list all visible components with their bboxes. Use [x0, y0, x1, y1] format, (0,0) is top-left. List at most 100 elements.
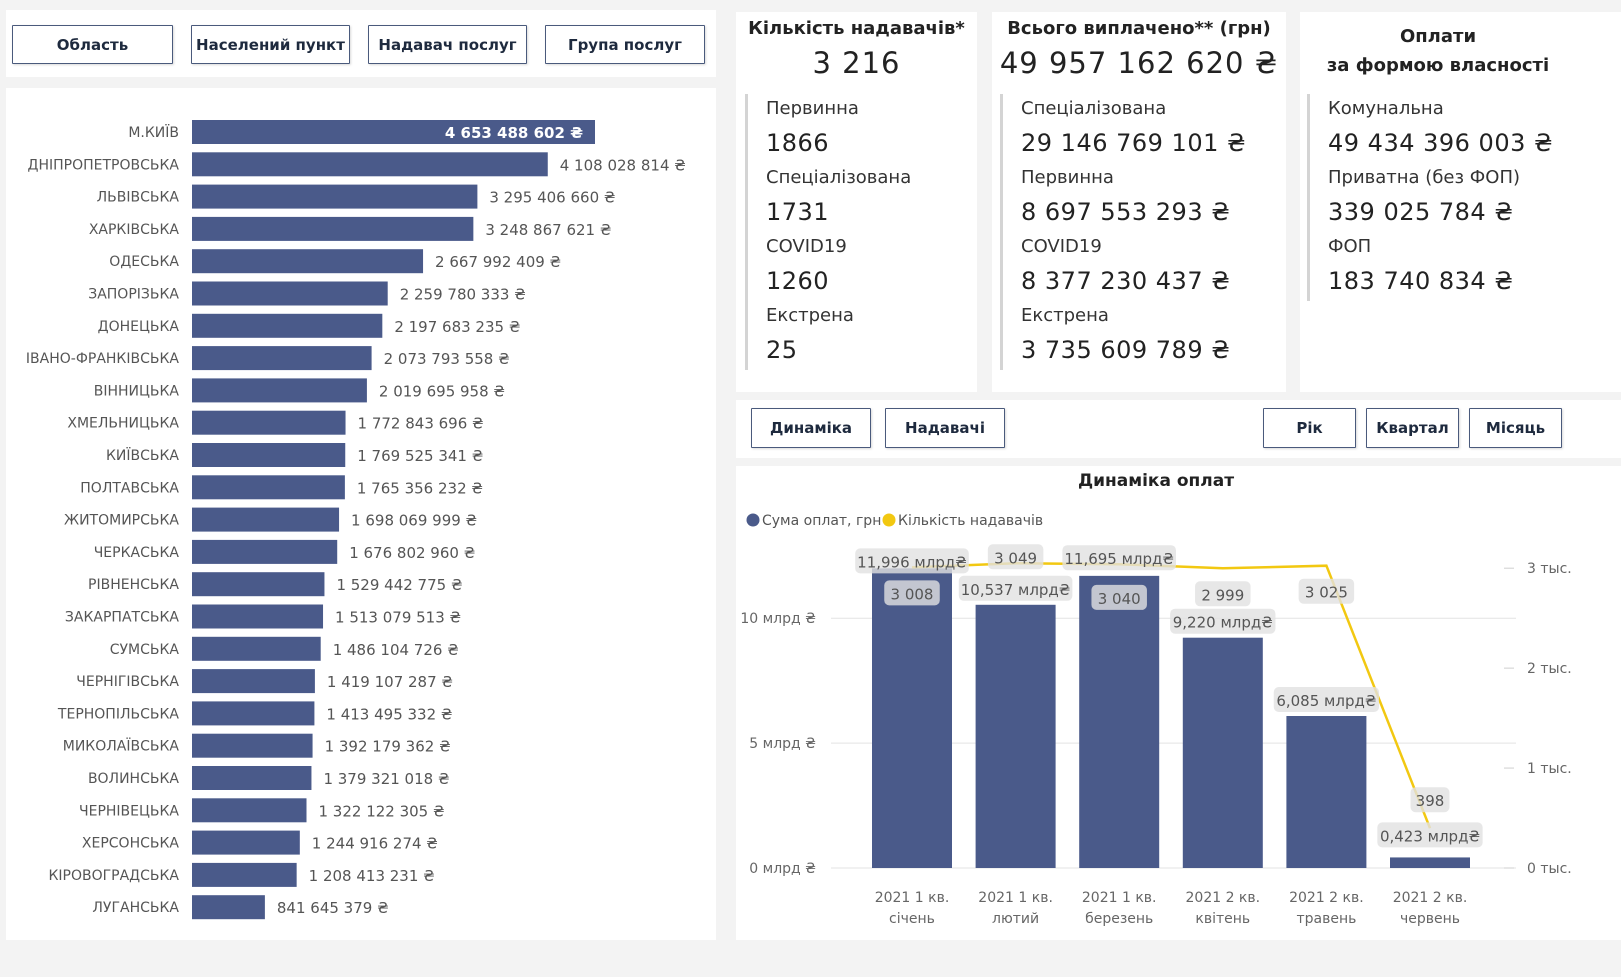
providers-data-label: 2 999 — [1201, 586, 1244, 604]
x-category-label-line1: 2021 2 кв. — [1393, 890, 1468, 906]
period-month-button[interactable]: Місяць — [1469, 408, 1562, 448]
ownership-card-subtitle: за формою власності — [1326, 55, 1550, 76]
ownership-breakdown: Комунальна 49 434 396 003 ₴ Приватна (бе… — [1307, 94, 1610, 301]
chart-title: Динаміка оплат — [1078, 471, 1234, 491]
legend-label-amount: Сума оплат, грн — [762, 513, 881, 529]
tab-providers[interactable]: Надавачі — [885, 408, 1005, 448]
region-label: ПОЛТАВСЬКА — [80, 480, 179, 496]
region-label: ДОНЕЦЬКА — [98, 319, 180, 335]
x-category-label-line2: лютий — [992, 911, 1039, 927]
kpi-value: 8 377 230 437 ₴ — [1021, 267, 1231, 295]
x-category-label-line1: 2021 1 кв. — [875, 890, 950, 906]
paid-card: Всього виплачено** (грн) 49 957 162 620 … — [992, 12, 1286, 392]
region-bar — [192, 862, 297, 887]
region-bar — [192, 701, 315, 726]
region-label: ЗАПОРІЗЬКА — [88, 287, 179, 303]
x-category-label-line2: березень — [1085, 911, 1153, 927]
ownership-item-fop: ФОП 183 740 834 ₴ — [1310, 232, 1610, 301]
period-year-button[interactable]: Рік — [1263, 408, 1356, 448]
amount-data-label: 11,695 млрд₴ — [1064, 550, 1174, 568]
amount-bar — [872, 568, 952, 868]
providers-item-primary: Первинна 1866 — [748, 94, 973, 163]
region-bar — [192, 313, 383, 338]
kpi-label: Екстрена — [766, 305, 854, 326]
paid-card-title: Всього виплачено** (грн) — [1007, 18, 1271, 39]
service-group-filter-button[interactable]: Група послуг — [545, 25, 705, 64]
region-value-label: 2 667 992 409 ₴ — [435, 253, 561, 271]
x-category-label-line1: 2021 1 кв. — [978, 890, 1053, 906]
settlement-filter-button[interactable]: Населений пункт — [191, 25, 350, 64]
paid-item-specialized: Спеціалізована 29 146 769 101 ₴ — [1003, 94, 1283, 163]
region-bar — [192, 216, 474, 241]
region-value-label: 2 259 780 333 ₴ — [400, 286, 526, 304]
kpi-value: 1866 — [766, 129, 830, 157]
kpi-label: COVID19 — [1021, 236, 1102, 257]
kpi-value: 25 — [766, 336, 798, 364]
x-category-label-line2: травень — [1296, 911, 1356, 927]
legend-marker-amount — [746, 513, 760, 527]
providers-data-label: 3 040 — [1098, 590, 1141, 608]
y-left-tick-label: 0 млрд ₴ — [749, 861, 816, 877]
kpi-value: 49 434 396 003 ₴ — [1328, 129, 1554, 157]
region-bar — [192, 604, 324, 629]
region-bar — [192, 184, 478, 209]
region-label: КИЇВСЬКА — [106, 446, 179, 464]
region-label: ВОЛИНСЬКА — [88, 771, 179, 787]
dynamics-combo-chart: Динаміка оплат Сума оплат, грн Кількість н… — [740, 471, 1572, 927]
region-value-label: 2 019 695 958 ₴ — [379, 382, 505, 400]
region-label: ЧЕРКАСЬКА — [94, 545, 180, 561]
paid-total: 49 957 162 620 ₴ — [999, 46, 1279, 80]
paid-item-primary: Первинна 8 697 553 293 ₴ — [1003, 163, 1283, 232]
region-value-label: 2 197 683 235 ₴ — [394, 318, 520, 336]
region-bar — [192, 410, 346, 435]
amount-data-label: 9,220 млрд₴ — [1173, 614, 1273, 632]
dynamics-toolbar: Динаміка Надавачі Рік Квартал Місяць — [736, 400, 1621, 458]
region-value-label: 1 765 356 232 ₴ — [357, 479, 483, 497]
y-right-tick-label: 0 тыс. — [1527, 861, 1572, 877]
region-label: ОДЕСЬКА — [109, 254, 179, 270]
region-value-label: 1 698 069 999 ₴ — [351, 512, 477, 530]
x-category-label-line2: квітень — [1195, 911, 1250, 927]
region-bar — [192, 281, 388, 306]
legend-label-providers: Кількість надавачів — [898, 513, 1043, 529]
region-bar — [192, 798, 307, 823]
region-value-label: 841 645 379 ₴ — [277, 899, 389, 917]
kpi-value: 339 025 784 ₴ — [1328, 198, 1514, 226]
providers-data-label: 3 049 — [994, 549, 1037, 567]
region-value-label: 1 413 495 332 ₴ — [326, 705, 452, 723]
region-value-label: 1 772 843 696 ₴ — [358, 415, 484, 433]
region-value-label: 1 208 413 231 ₴ — [309, 867, 435, 885]
ownership-item-communal: Комунальна 49 434 396 003 ₴ — [1310, 94, 1610, 163]
legend-marker-providers — [882, 513, 896, 527]
provider-filter-button[interactable]: Надавач послуг — [368, 25, 527, 64]
y-right-tick-label: 3 тыс. — [1527, 561, 1572, 577]
filter-bar: Область Населений пункт Надавач послуг Г… — [6, 10, 716, 77]
region-value-label: 1 769 525 341 ₴ — [357, 447, 483, 465]
providers-card: Кількість надавачів* 3 216 Первинна 1866… — [736, 12, 977, 392]
period-quarter-button[interactable]: Квартал — [1366, 408, 1459, 448]
tab-dynamics[interactable]: Динаміка — [751, 408, 871, 448]
region-bar — [192, 443, 346, 467]
y-right-tick-label: 2 тыс. — [1527, 661, 1572, 677]
region-filter-button[interactable]: Область — [12, 25, 173, 64]
region-label: РІВНЕНСЬКА — [88, 577, 179, 593]
providers-total: 3 216 — [812, 46, 901, 80]
kpi-label: Приватна (без ФОП) — [1328, 167, 1521, 188]
region-chart-panel: М.КИЇВ 4 653 488 602 ₴ ДНІПРОПЕТРОВСЬКА 4 1… — [6, 88, 716, 940]
region-bar — [192, 636, 321, 661]
providers-card-title: Кількість надавачів* — [748, 18, 965, 39]
region-label: СУМСЬКА — [110, 642, 180, 658]
region-value-label: 1 379 321 018 ₴ — [323, 770, 449, 788]
x-category-label-line1: 2021 2 кв. — [1289, 890, 1364, 906]
kpi-label: Первинна — [766, 98, 859, 119]
dynamics-chart-panel: Динаміка оплат Сума оплат, грн Кількість н… — [736, 466, 1621, 940]
region-bar-chart: М.КИЇВ 4 653 488 602 ₴ ДНІПРОПЕТРОВСЬКА 4 1… — [26, 120, 686, 920]
region-value-label: 1 322 122 305 ₴ — [318, 802, 444, 820]
region-value-label: 1 392 179 362 ₴ — [325, 738, 451, 756]
kpi-label: Екстрена — [1021, 305, 1109, 326]
kpi-value: 1731 — [766, 198, 830, 226]
amount-bar — [1286, 715, 1367, 868]
region-bar — [192, 733, 313, 758]
paid-item-covid: COVID19 8 377 230 437 ₴ — [1003, 232, 1283, 301]
amount-bar — [1079, 575, 1160, 868]
